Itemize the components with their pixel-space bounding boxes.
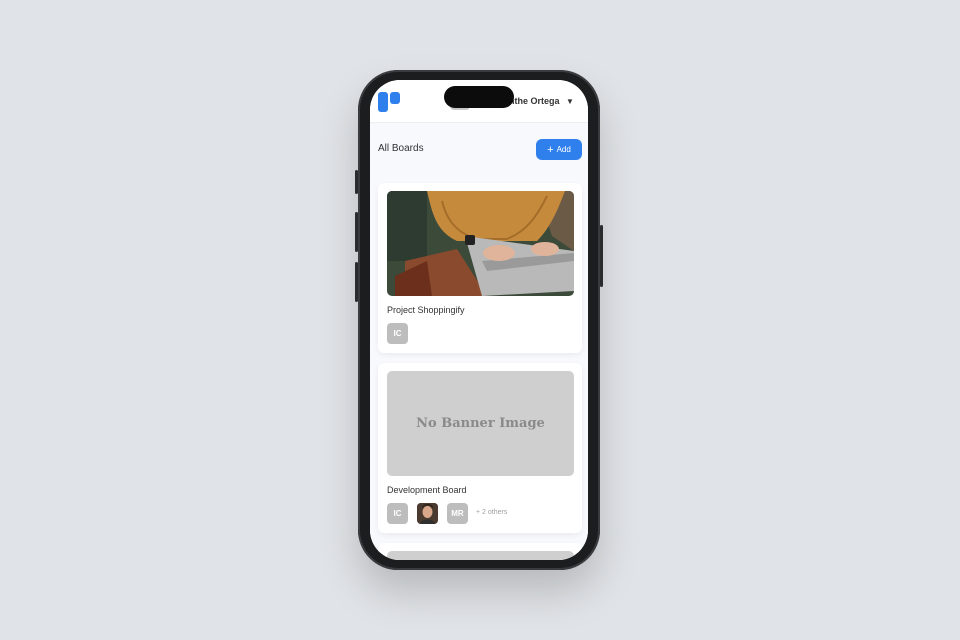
boards-page: All Boards + Add Project Shoppingify IC … [370, 123, 588, 560]
add-board-button[interactable]: + Add [536, 139, 582, 160]
other-members-count[interactable]: + 2 others [476, 509, 507, 516]
phone-frame: Xanthe Ortega ▼ All Boards + Add Project… [355, 70, 603, 570]
person-photo-icon [417, 503, 438, 524]
chevron-down-icon[interactable]: ▼ [566, 97, 574, 106]
board-card[interactable]: No Banner Image Development Board IC MR [378, 363, 582, 533]
page-title: All Boards [378, 143, 424, 154]
member-avatar[interactable]: IC [387, 503, 408, 524]
mute-switch [355, 170, 358, 194]
add-label: Add [556, 145, 571, 154]
board-title[interactable]: Project Shoppingify [387, 305, 465, 315]
board-card[interactable] [378, 543, 582, 560]
member-photo-avatar[interactable] [417, 503, 438, 524]
phone-screen: Xanthe Ortega ▼ All Boards + Add Project… [370, 80, 588, 560]
board-banner-image [387, 191, 574, 296]
power-button [600, 225, 603, 287]
board-banner-placeholder [387, 551, 574, 560]
app-logo[interactable] [378, 92, 400, 112]
member-avatar[interactable]: MR [447, 503, 468, 524]
volume-down-button [355, 262, 358, 302]
volume-up-button [355, 212, 358, 252]
no-banner-text: No Banner Image [416, 416, 545, 431]
dynamic-island [444, 86, 514, 108]
member-avatar[interactable]: IC [387, 323, 408, 344]
board-banner-placeholder: No Banner Image [387, 371, 574, 476]
board-card[interactable]: Project Shoppingify IC [378, 183, 582, 353]
plus-icon: + [547, 144, 554, 156]
board-title[interactable]: Development Board [387, 485, 467, 495]
